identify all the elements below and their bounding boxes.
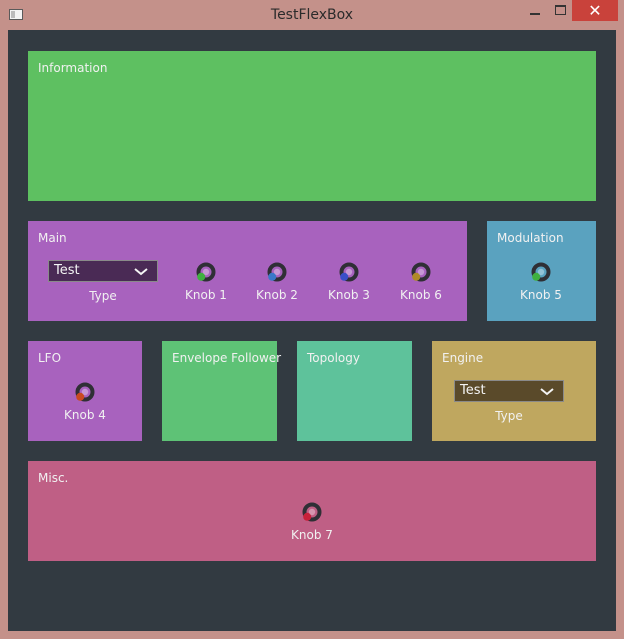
knob-icon — [339, 262, 359, 282]
knob-2[interactable]: Knob 2 — [252, 261, 302, 305]
content-area: Information Main Test Type Knob 1 Knob 2… — [8, 30, 616, 631]
information-panel: Information — [28, 51, 596, 201]
knob-6[interactable]: Knob 6 — [396, 261, 446, 305]
knob-3[interactable]: Knob 3 — [324, 261, 374, 305]
knob-label: Knob 3 — [328, 288, 370, 302]
knob-icon — [267, 262, 287, 282]
main-type-combobox-value: Test — [54, 263, 80, 278]
engine-title: Engine — [442, 351, 484, 365]
app-window: TestFlexBox ✕ Information Main Test Type… — [0, 0, 624, 639]
modulation-title: Modulation — [497, 231, 564, 245]
maximize-button[interactable] — [548, 0, 572, 21]
misc-panel: Misc. Knob 7 — [28, 461, 596, 561]
modulation-panel: Modulation Knob 5 — [487, 221, 596, 321]
envelope-follower-title: Envelope Follower — [172, 351, 282, 365]
knob-icon — [75, 382, 95, 402]
information-title: Information — [38, 61, 108, 75]
knob-1[interactable]: Knob 1 — [181, 261, 231, 305]
engine-panel: Engine Test Type — [432, 341, 596, 441]
knob-label: Knob 2 — [256, 288, 298, 302]
knob-7[interactable]: Knob 7 — [287, 501, 337, 545]
knob-icon — [411, 262, 431, 282]
knob-label: Knob 1 — [185, 288, 227, 302]
main-type-label: Type — [89, 289, 117, 303]
minimize-button[interactable] — [522, 0, 548, 21]
knob-label: Knob 7 — [291, 528, 333, 542]
main-panel: Main Test Type Knob 1 Knob 2 Knob 3 Knob… — [28, 221, 467, 321]
title-bar[interactable]: TestFlexBox ✕ — [0, 0, 624, 30]
knob-label: Knob 6 — [400, 288, 442, 302]
main-title: Main — [38, 231, 67, 245]
envelope-follower-panel: Envelope Follower — [162, 341, 281, 441]
engine-type-label: Type — [495, 409, 523, 423]
chevron-down-icon — [134, 268, 148, 276]
topology-title: Topology — [307, 351, 360, 365]
misc-title: Misc. — [38, 471, 69, 485]
lfo-title: LFO — [38, 351, 62, 365]
knob-4[interactable]: Knob 4 — [60, 381, 110, 425]
topology-panel: Topology — [297, 341, 412, 441]
lfo-panel: LFO Knob 4 — [28, 341, 142, 441]
main-type-combobox[interactable]: Test — [48, 260, 158, 282]
knob-icon — [196, 262, 216, 282]
knob-5[interactable]: Knob 5 — [516, 261, 566, 305]
knob-icon — [302, 502, 322, 522]
knob-label: Knob 4 — [64, 408, 106, 422]
chevron-down-icon — [540, 388, 554, 396]
knob-label: Knob 5 — [520, 288, 562, 302]
engine-type-combobox[interactable]: Test — [454, 380, 564, 402]
knob-icon — [531, 262, 551, 282]
close-button[interactable]: ✕ — [572, 0, 618, 21]
engine-type-combobox-value: Test — [460, 383, 486, 398]
